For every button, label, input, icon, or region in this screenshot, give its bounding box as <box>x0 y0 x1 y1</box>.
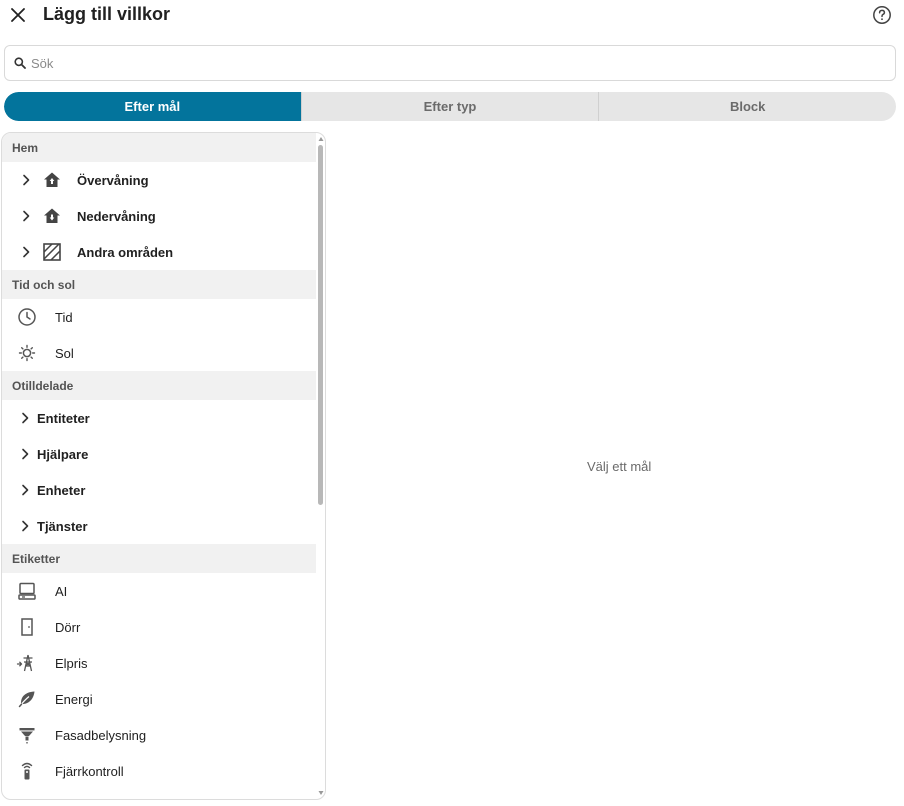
list-item-label: Entiteter <box>37 410 90 426</box>
close-button[interactable] <box>8 5 28 25</box>
chevron-right-icon <box>23 246 30 258</box>
hatched-square-icon <box>43 243 61 261</box>
sun-icon <box>18 344 36 362</box>
section-header-time-sun: Tid och sol <box>2 270 316 299</box>
chevron-right-icon <box>22 484 29 496</box>
target-list: Hem Övervåning Nedervåning Andra områden… <box>2 133 316 799</box>
dialog-title: Lägg till villkor <box>43 4 171 24</box>
transmission-tower-icon <box>16 654 33 672</box>
tab-by-type[interactable]: Efter typ <box>300 92 599 121</box>
list-item-devices[interactable]: Enheter <box>2 472 316 508</box>
list-item-label: AI <box>55 583 68 599</box>
chevron-right-icon <box>22 448 29 460</box>
help-circle-icon <box>873 6 891 24</box>
leaf-icon <box>18 691 35 708</box>
search-input[interactable] <box>31 52 881 74</box>
help-button[interactable] <box>871 4 893 26</box>
list-item-label-facade-lighting[interactable]: Fasadbelysning <box>2 717 316 753</box>
chevron-right-icon <box>22 412 29 424</box>
home-floor-up-icon <box>44 172 60 187</box>
list-item-other-areas[interactable]: Andra områden <box>2 234 316 270</box>
list-item-label: Hjälpare <box>37 446 89 462</box>
chevron-right-icon <box>22 520 29 532</box>
list-item-label: Dörr <box>55 619 81 635</box>
section-header-labels: Etiketter <box>2 544 316 573</box>
list-scrollbar[interactable] <box>316 133 325 799</box>
list-item-label: Enheter <box>37 482 86 498</box>
list-item-label: Energi <box>55 691 93 707</box>
list-item-services[interactable]: Tjänster <box>2 508 316 544</box>
list-item-sun[interactable]: Sol <box>2 335 316 371</box>
list-item-label: Sol <box>55 345 74 361</box>
list-item-upstairs[interactable]: Övervåning <box>2 162 316 198</box>
dialog-header: Lägg till villkor <box>0 0 904 30</box>
list-item-label-remote[interactable]: Fjärrkontroll <box>2 753 316 789</box>
list-item-label: Övervåning <box>77 172 149 188</box>
search-box <box>4 45 896 81</box>
list-item-downstairs[interactable]: Nedervåning <box>2 198 316 234</box>
list-item-label-energy[interactable]: Energi <box>2 681 316 717</box>
home-floor-down-icon <box>44 208 60 223</box>
list-item-label: Fjärrkontroll <box>55 763 124 779</box>
list-item-label-power-price[interactable]: Elpris <box>2 645 316 681</box>
list-item-time[interactable]: Tid <box>2 299 316 335</box>
list-item-label: Nedervåning <box>77 208 156 224</box>
list-item-entities[interactable]: Entiteter <box>2 400 316 436</box>
list-item-label-door[interactable]: Dörr <box>2 609 316 645</box>
scroll-down-arrow-icon[interactable] <box>318 790 324 796</box>
tab-block[interactable]: Block <box>598 92 896 121</box>
computer-icon <box>18 582 36 600</box>
close-icon <box>11 8 25 22</box>
search-icon <box>14 57 26 69</box>
section-header-home: Hem <box>2 133 316 162</box>
target-tabs: Efter mål Efter typ Block <box>4 92 896 121</box>
empty-state-message: Välj ett mål <box>587 459 652 474</box>
chevron-right-icon <box>23 174 30 186</box>
scrollbar-thumb[interactable] <box>318 145 323 505</box>
remote-icon <box>21 762 33 780</box>
clock-icon <box>18 308 36 326</box>
chevron-right-icon <box>23 210 30 222</box>
tab-by-target[interactable]: Efter mål <box>4 92 301 121</box>
scroll-up-arrow-icon[interactable] <box>318 136 324 142</box>
target-list-panel: Hem Övervåning Nedervåning Andra områden… <box>1 132 326 800</box>
list-item-label: Andra områden <box>77 244 174 260</box>
list-item-label: Fasadbelysning <box>55 727 147 743</box>
list-item-label: Elpris <box>55 655 88 671</box>
section-header-unassigned: Otilldelade <box>2 371 316 400</box>
list-item-label: Tid <box>55 309 73 325</box>
door-icon <box>21 618 33 636</box>
facade-light-icon <box>19 728 35 744</box>
list-item-label-ai[interactable]: AI <box>2 573 316 609</box>
list-item-helpers[interactable]: Hjälpare <box>2 436 316 472</box>
list-item-label: Tjänster <box>37 518 88 534</box>
